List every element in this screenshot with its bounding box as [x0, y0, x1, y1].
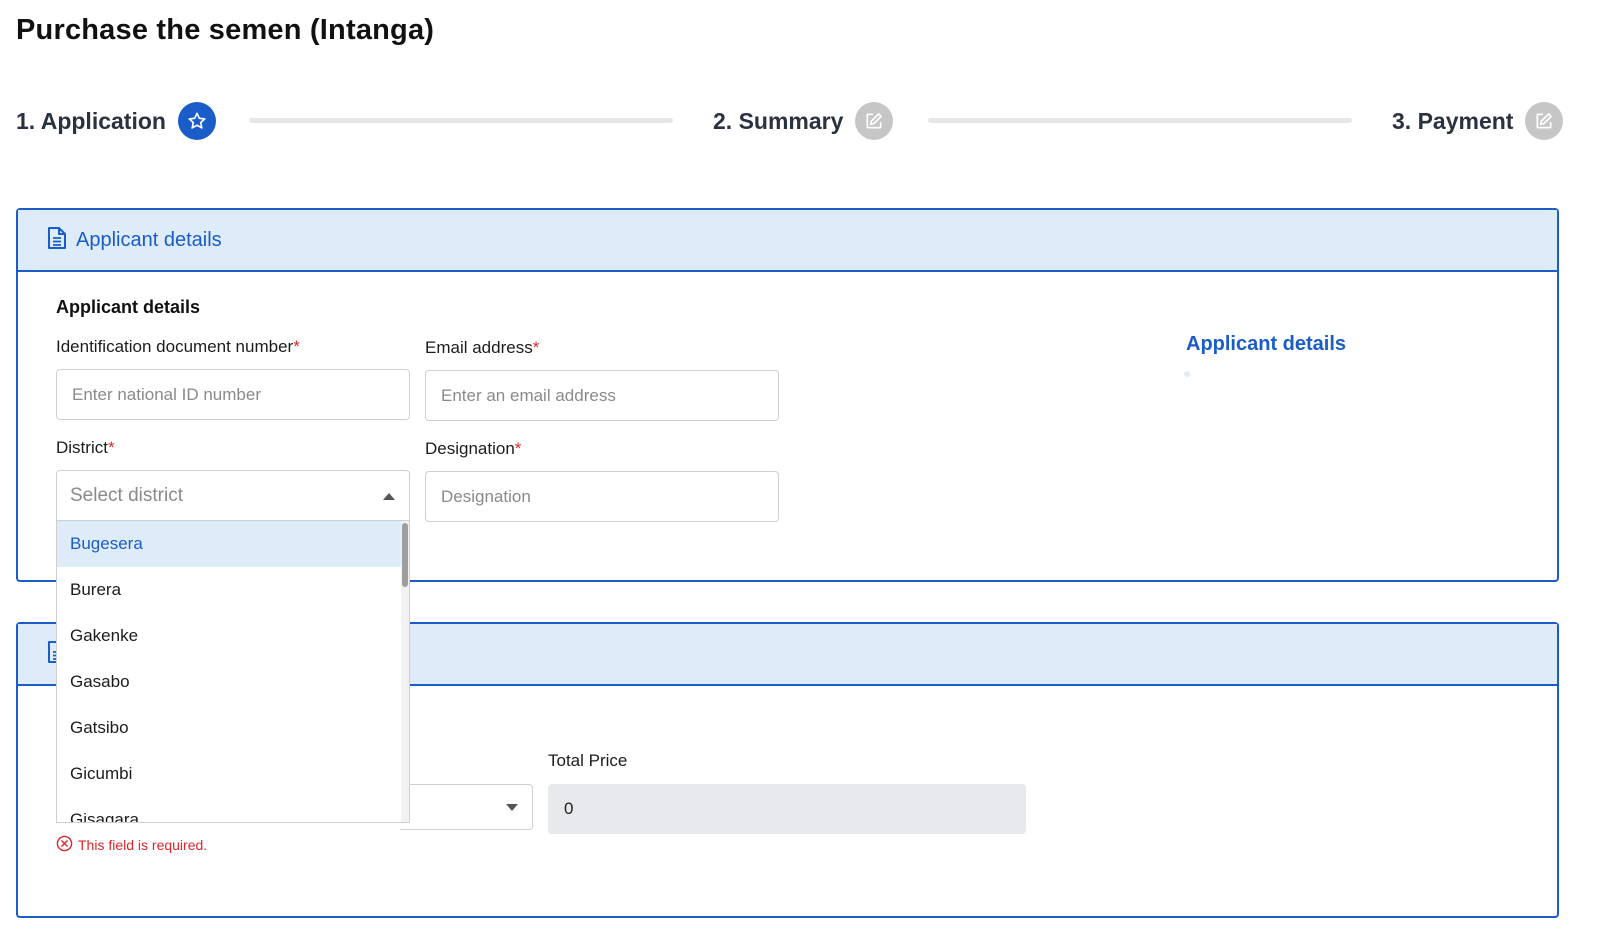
error-text: This field is required. [78, 837, 208, 853]
email-label: Email address* [425, 338, 539, 358]
side-nav-indicator [1184, 371, 1190, 377]
label-text: Designation [425, 439, 515, 458]
step-application[interactable]: 1. Application [16, 102, 216, 140]
district-label: District* [56, 438, 115, 458]
panel-header-title: Applicant details [76, 228, 222, 251]
required-mark: * [293, 337, 300, 356]
step-label: 1. Application [16, 107, 166, 134]
id-number-input[interactable] [56, 369, 410, 420]
label-text: Email address [425, 338, 533, 357]
required-mark: * [532, 338, 540, 357]
required-mark: * [107, 438, 115, 457]
scrollbar-thumb[interactable] [402, 523, 408, 587]
district-option[interactable]: Gicumbi [57, 751, 403, 797]
designation-label: Designation* [425, 439, 521, 459]
dropdown-scrollbar[interactable] [401, 521, 409, 822]
required-mark: * [514, 439, 522, 458]
document-icon [46, 226, 68, 255]
edit-icon [855, 102, 894, 140]
quantity-select[interactable] [400, 784, 533, 830]
district-option[interactable]: Gasabo [57, 659, 403, 705]
side-nav-applicant-details[interactable]: Applicant details [1186, 333, 1346, 356]
page-title: Purchase the semen (Intanga) [16, 14, 435, 46]
step-label: 2. Summary [713, 107, 844, 134]
panel-header[interactable]: Applicant details [18, 210, 1557, 272]
total-price-field [548, 784, 1026, 834]
error-circle-icon [56, 835, 73, 855]
district-dropdown[interactable]: Bugesera Burera Gakenke Gasabo Gatsibo G… [56, 521, 410, 823]
district-placeholder: Select district [70, 484, 183, 506]
email-input[interactable] [425, 370, 779, 421]
district-option[interactable]: Gatsibo [57, 705, 403, 751]
step-connector [249, 118, 673, 123]
total-price-label: Total Price [548, 751, 628, 770]
step-summary[interactable]: 2. Summary [713, 102, 894, 140]
label-text: District [56, 438, 108, 457]
district-option[interactable]: Gisagara [57, 797, 403, 822]
field-error: This field is required. [56, 835, 207, 855]
step-connector [928, 118, 1352, 123]
section-title: Applicant details [56, 297, 201, 317]
caret-down-icon [506, 804, 518, 811]
star-icon [177, 102, 216, 140]
label-text: Identification document number [56, 337, 294, 356]
district-option[interactable]: Bugesera [57, 521, 403, 567]
step-payment[interactable]: 3. Payment [1392, 102, 1564, 140]
district-option[interactable]: Burera [57, 567, 403, 613]
id-number-label: Identification document number* [56, 337, 300, 357]
edit-icon [1525, 102, 1564, 140]
district-select[interactable]: Select district [56, 470, 410, 521]
district-option[interactable]: Gakenke [57, 613, 403, 659]
step-label: 3. Payment [1392, 107, 1514, 134]
caret-up-icon [383, 493, 395, 500]
designation-input[interactable] [425, 471, 779, 522]
